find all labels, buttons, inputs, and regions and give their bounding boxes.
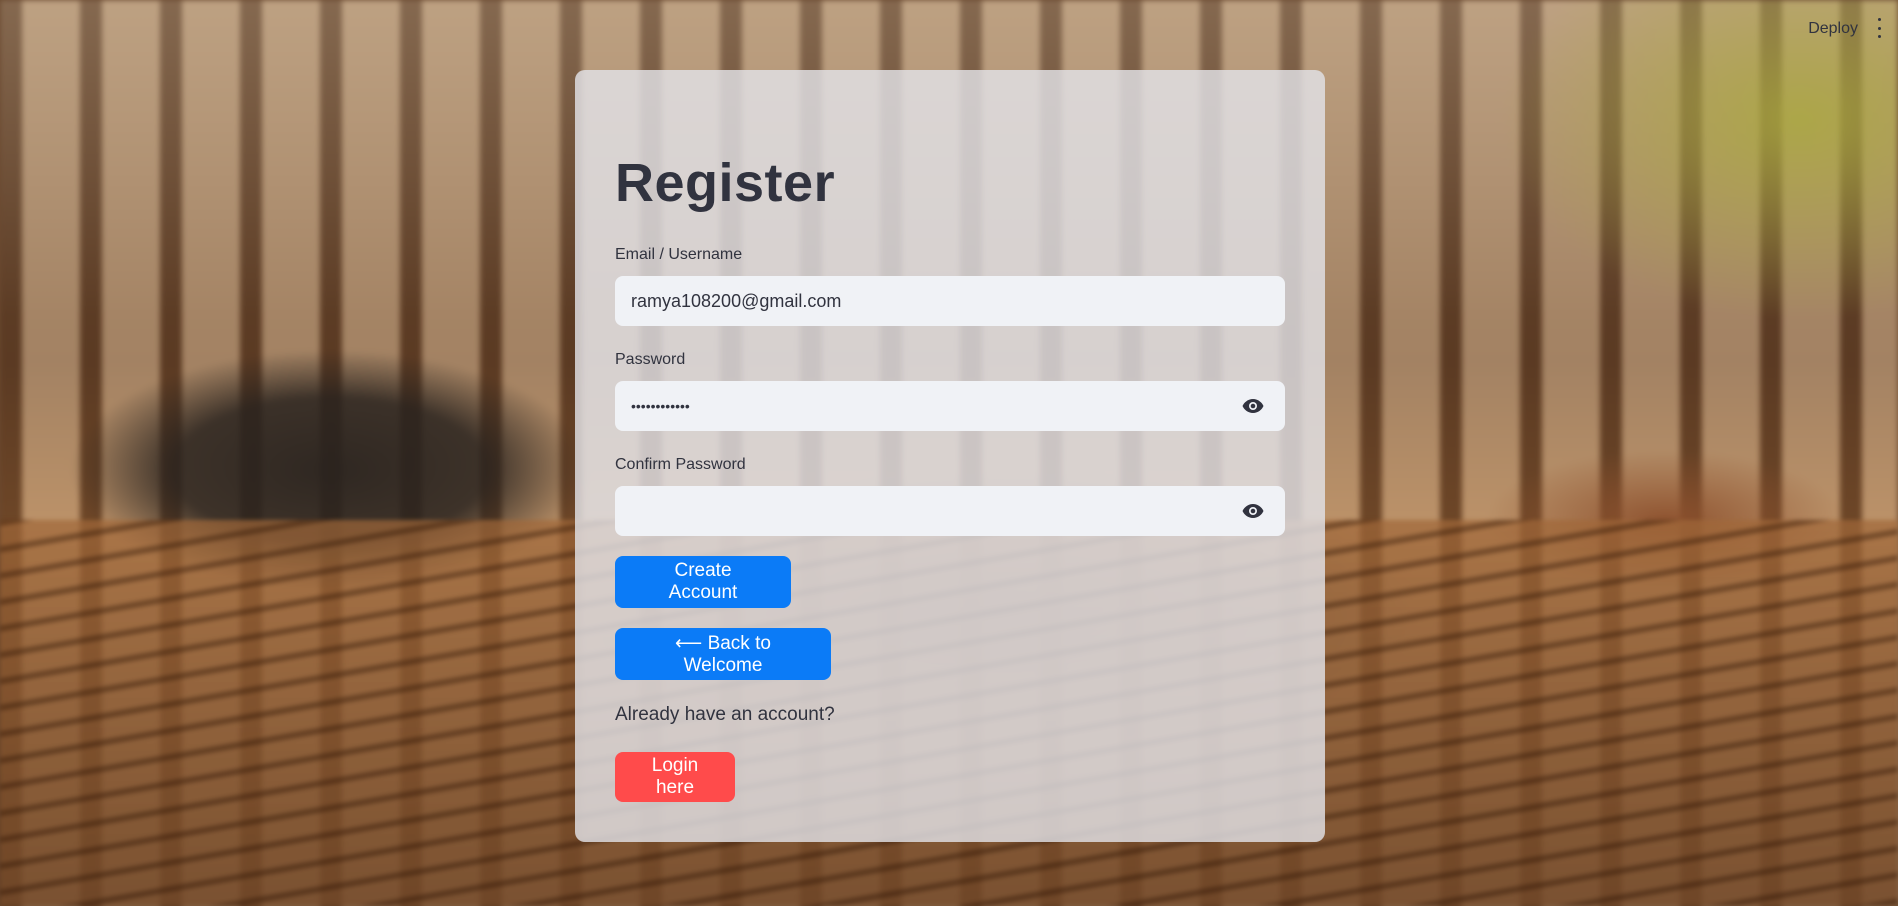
already-have-account-text: Already have an account? <box>615 704 835 725</box>
confirm-password-label: Confirm Password <box>615 456 746 473</box>
email-value: ramya108200@gmail.com <box>631 290 842 311</box>
password-label: Password <box>615 351 686 368</box>
confirm-password-field[interactable] <box>615 486 1285 536</box>
email-label: Email / Username <box>615 246 743 263</box>
register-card: Register Email / Username ramya108200@gm… <box>575 70 1325 842</box>
eye-icon[interactable] <box>1241 499 1265 523</box>
password-value: •••••••••••• <box>631 398 690 414</box>
email-field[interactable]: ramya108200@gmail.com <box>615 276 1285 326</box>
back-to-welcome-button[interactable]: ⟵ Back to Welcome <box>615 628 831 680</box>
page-title: Register <box>615 153 836 213</box>
create-account-button[interactable]: Create Account <box>615 556 791 608</box>
login-button[interactable]: Login here <box>615 752 735 802</box>
eye-icon[interactable] <box>1241 394 1265 418</box>
deploy-button[interactable]: Deploy <box>1808 20 1858 38</box>
password-field[interactable]: •••••••••••• <box>615 381 1285 431</box>
menu-dots-icon[interactable] <box>1876 18 1882 38</box>
